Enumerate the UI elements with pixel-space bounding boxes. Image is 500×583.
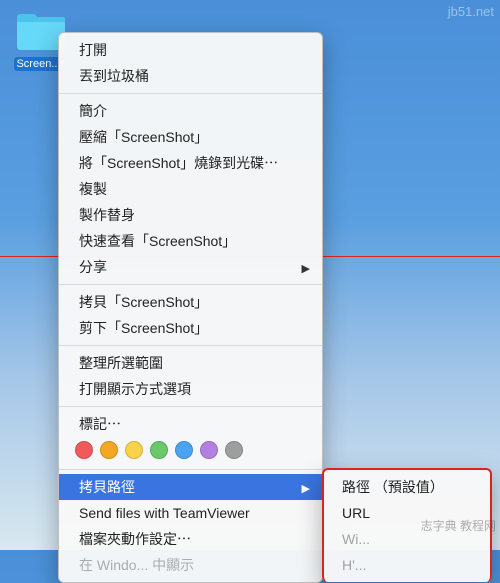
menu-get-info[interactable]: 簡介 [59,98,322,124]
tag-yellow[interactable] [125,441,143,459]
menu-separator [59,469,322,470]
menu-show-view-options[interactable]: 打開顯示方式選項 [59,376,322,402]
menu-tags-label: 標記⋯ [59,411,322,437]
menu-share-label: 分享 [79,259,107,275]
tag-orange[interactable] [100,441,118,459]
menu-folder-actions-setup[interactable]: 檔案夾動作設定⋯ [59,526,322,552]
tag-green[interactable] [150,441,168,459]
menu-send-with-teamviewer[interactable]: Send files with TeamViewer [59,500,322,526]
menu-separator [59,284,322,285]
menu-share[interactable]: 分享 ▶ [59,254,322,280]
submenu-path-default[interactable]: 路徑 （預設值） [324,474,490,500]
menu-duplicate[interactable]: 複製 [59,176,322,202]
menu-tags-row [59,437,322,465]
watermark-text: 志字典 教程网 [421,517,496,534]
menu-separator [59,93,322,94]
menu-cut[interactable]: 剪下「ScreenShot」 [59,315,322,341]
menu-separator [59,345,322,346]
menu-move-to-trash[interactable]: 丟到垃圾桶 [59,63,322,89]
menu-make-alias[interactable]: 製作替身 [59,202,322,228]
tag-purple[interactable] [200,441,218,459]
watermark-text: jb51.net [448,4,494,19]
menu-copy-path[interactable]: 拷貝路徑 ▶ [59,474,322,500]
menu-clean-up-selection[interactable]: 整理所選範圍 [59,350,322,376]
tag-blue[interactable] [175,441,193,459]
menu-copy-path-label: 拷貝路徑 [79,479,135,495]
submenu-h[interactable]: H'... [324,552,490,578]
submenu-arrow-icon: ▶ [302,259,310,279]
menu-quick-look[interactable]: 快速查看「ScreenShot」 [59,228,322,254]
submenu-arrow-icon: ▶ [302,479,310,499]
menu-open[interactable]: 打開 [59,37,322,63]
menu-show-in-windows[interactable]: 在 Windo... 中顯示 [59,552,322,578]
tag-gray[interactable] [225,441,243,459]
context-menu: 打開 丟到垃圾桶 簡介 壓縮「ScreenShot」 將「ScreenShot」… [58,32,323,583]
menu-burn-to-disc[interactable]: 將「ScreenShot」燒錄到光碟⋯ [59,150,322,176]
tag-red[interactable] [75,441,93,459]
menu-separator [59,406,322,407]
menu-compress[interactable]: 壓縮「ScreenShot」 [59,124,322,150]
menu-copy[interactable]: 拷貝「ScreenShot」 [59,289,322,315]
